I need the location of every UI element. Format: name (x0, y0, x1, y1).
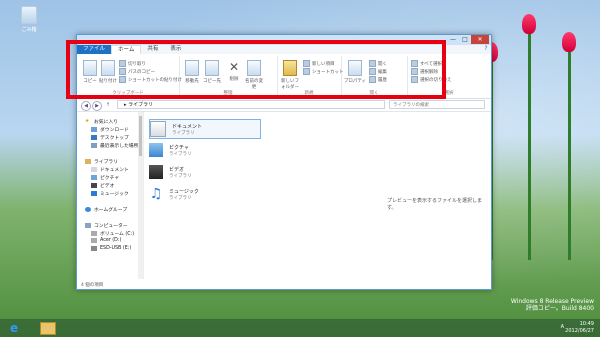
music-icon (91, 191, 97, 196)
path-input[interactable]: ▸ ライブラリ (117, 100, 385, 109)
nav-music[interactable]: ミュージック (91, 190, 129, 197)
preview-pane-text: プレビューを表示するファイルを選択します。 (387, 198, 483, 211)
pictures-icon (149, 143, 163, 157)
taskbar: e A 10:49 2012/06/27 (0, 319, 600, 337)
nav-esd-usb[interactable]: ESD-USB (E:) (91, 246, 131, 251)
library-item-documents[interactable]: ドキュメント ライブラリ (149, 119, 261, 139)
address-bar: ◀ ▶ ↑ ▸ ライブラリ ライブラリの検索 (77, 99, 491, 112)
recycle-bin-desktop-icon[interactable]: ごみ箱 (14, 6, 44, 33)
nav-acer-d[interactable]: Acer (D:) (91, 238, 121, 243)
library-icon (85, 159, 91, 164)
forward-button[interactable]: ▶ (92, 101, 102, 111)
navigation-pane: ★ お気に入り ダウンロード デスクトップ 最近表示した場所 ライブラリ ドキュメ… (77, 112, 144, 279)
nav-documents[interactable]: ドキュメント (91, 166, 129, 173)
help-icon[interactable]: ? (481, 45, 491, 54)
up-button[interactable]: ↑ (104, 101, 112, 109)
nav-homegroup[interactable]: ホームグループ (85, 206, 127, 213)
status-bar-count: 4 個の項目 (81, 283, 104, 288)
star-icon: ★ (85, 119, 90, 124)
nav-pictures[interactable]: ピクチャ (91, 174, 119, 181)
back-button[interactable]: ◀ (81, 101, 91, 111)
highlight-frame (66, 40, 446, 99)
nav-libraries[interactable]: ライブラリ (85, 158, 118, 165)
nav-computer[interactable]: コンピューター (85, 222, 128, 229)
nav-videos[interactable]: ビデオ (91, 182, 114, 189)
maximize-button[interactable]: □ (459, 35, 471, 44)
nav-desktop[interactable]: デスクトップ (91, 134, 129, 141)
computer-icon (85, 223, 91, 228)
music-note-icon: ♫ (149, 186, 163, 202)
drive-icon (91, 231, 97, 236)
library-item-music[interactable]: ♫ ミュージック ライブラリ (149, 185, 259, 203)
library-item-videos[interactable]: ビデオ ライブラリ (149, 163, 259, 181)
nav-scrollbar[interactable] (138, 112, 143, 279)
nav-favorites[interactable]: ★ お気に入り (85, 118, 118, 125)
clock[interactable]: 10:49 2012/06/27 (565, 321, 594, 335)
usb-drive-icon (91, 246, 97, 251)
documents-icon (150, 121, 166, 137)
homegroup-icon (85, 207, 91, 212)
close-button[interactable]: ✕ (471, 35, 489, 44)
tulip-decoration (480, 14, 600, 320)
videos-icon (149, 165, 163, 179)
internet-explorer-icon[interactable]: e (10, 321, 24, 335)
nav-volume-c[interactable]: ボリューム (C:) (91, 230, 134, 237)
search-input[interactable]: ライブラリの検索 (389, 100, 485, 109)
library-item-pictures[interactable]: ピクチャ ライブラリ (149, 141, 259, 159)
minimize-button[interactable]: — (447, 35, 459, 44)
download-icon (91, 127, 97, 132)
build-watermark: Windows 8 Release Preview 評価コピー。Build 84… (510, 298, 594, 312)
desktop-icon (91, 135, 97, 140)
recycle-bin-label: ごみ箱 (21, 27, 37, 33)
ime-indicator[interactable]: A (561, 324, 564, 330)
recent-icon (91, 143, 97, 148)
scrollbar-thumb[interactable] (139, 116, 142, 156)
recycle-bin-icon (21, 6, 37, 24)
file-explorer-icon[interactable] (40, 322, 56, 335)
documents-icon (91, 167, 97, 172)
drive-icon (91, 238, 97, 243)
nav-recent[interactable]: 最近表示した場所 (91, 142, 138, 149)
videos-icon (91, 183, 97, 188)
nav-downloads[interactable]: ダウンロード (91, 126, 129, 133)
pictures-icon (91, 175, 97, 180)
